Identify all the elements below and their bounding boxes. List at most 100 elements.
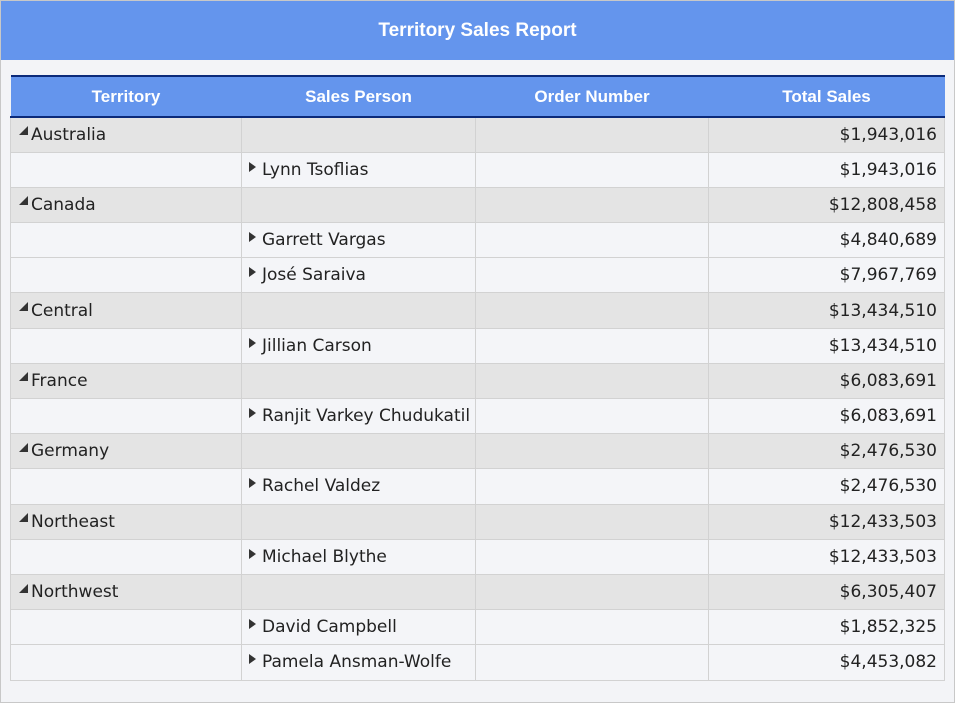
sales-person-label: Rachel Valdez <box>262 476 381 497</box>
detail-row: Rachel Valdez $2,476,530 <box>10 468 945 505</box>
order-number-cell <box>475 503 709 540</box>
sales-person-cell <box>241 186 476 224</box>
sales-person-label: Jillian Carson <box>262 335 372 356</box>
group-row: Northwest $6,305,407 <box>10 573 945 611</box>
order-number-cell <box>475 362 709 400</box>
sales-person-cell <box>241 433 476 470</box>
territory-cell: Central <box>10 292 242 329</box>
territory-label: Germany <box>31 441 110 462</box>
sales-person-cell: Rachel Valdez <box>241 468 476 505</box>
expand-toggle-icon[interactable] <box>249 548 256 559</box>
total-sales-cell: $1,852,325 <box>708 609 945 646</box>
territory-cell <box>10 468 242 505</box>
order-number-cell <box>475 116 709 153</box>
sales-person-cell: Jillian Carson <box>241 327 476 364</box>
sales-person-cell: Ranjit Varkey Chudukatil <box>241 397 476 435</box>
sales-person-cell: Garrett Vargas <box>241 222 476 259</box>
total-sales-cell: $13,434,510 <box>708 292 945 329</box>
total-sales-cell: $12,433,503 <box>708 538 945 575</box>
sales-person-cell <box>241 116 476 153</box>
sales-person-cell: Lynn Tsoflias <box>241 151 476 188</box>
total-sales-cell: $6,083,691 <box>708 362 945 400</box>
total-sales-cell: $7,967,769 <box>708 257 945 294</box>
order-number-cell <box>475 609 709 646</box>
detail-row: Garrett Vargas $4,840,689 <box>10 222 945 259</box>
column-header-order-number[interactable]: Order Number <box>475 75 709 118</box>
territory-cell: France <box>10 362 242 400</box>
territory-cell: Northwest <box>10 573 242 611</box>
total-sales-cell: $1,943,016 <box>708 116 945 153</box>
total-sales-cell: $12,808,458 <box>708 186 945 224</box>
collapse-toggle-icon[interactable] <box>19 513 28 523</box>
total-sales-cell: $2,476,530 <box>708 468 945 505</box>
order-number-cell <box>475 468 709 505</box>
expand-toggle-icon[interactable] <box>249 619 256 630</box>
group-row: Australia $1,943,016 <box>10 116 945 153</box>
sales-person-cell: Michael Blythe <box>241 538 476 575</box>
order-number-cell <box>475 292 709 329</box>
collapse-toggle-icon[interactable] <box>19 302 28 312</box>
collapse-toggle-icon[interactable] <box>19 126 28 136</box>
column-header-total-sales[interactable]: Total Sales <box>708 75 945 118</box>
header-row: Territory Sales Person Order Number Tota… <box>10 75 945 118</box>
order-number-cell <box>475 433 709 470</box>
order-number-cell <box>475 573 709 611</box>
expand-toggle-icon[interactable] <box>249 408 256 419</box>
territory-cell <box>10 538 242 575</box>
table-body: Australia $1,943,016 Lynn Tsoflias $1,943,0… <box>10 116 945 681</box>
sales-person-cell <box>241 573 476 611</box>
territory-label: France <box>31 370 88 391</box>
total-sales-cell: $6,305,407 <box>708 573 945 611</box>
order-number-cell <box>475 538 709 575</box>
territory-label: Central <box>31 300 93 321</box>
order-number-cell <box>475 397 709 435</box>
column-header-territory[interactable]: Territory <box>10 75 242 118</box>
order-number-cell <box>475 151 709 188</box>
sales-person-label: David Campbell <box>262 617 397 638</box>
sales-person-cell <box>241 362 476 400</box>
collapse-toggle-icon[interactable] <box>19 372 28 382</box>
territory-label: Northeast <box>31 511 115 532</box>
expand-toggle-icon[interactable] <box>249 267 256 278</box>
group-row: Germany $2,476,530 <box>10 433 945 470</box>
detail-row: Ranjit Varkey Chudukatil $6,083,691 <box>10 397 945 435</box>
sales-person-cell <box>241 292 476 329</box>
sales-grid: Territory Sales Person Order Number Tota… <box>10 75 945 681</box>
territory-label: Northwest <box>31 582 119 603</box>
collapse-toggle-icon[interactable] <box>19 196 28 206</box>
sales-person-label: Garrett Vargas <box>262 230 386 251</box>
detail-row: Lynn Tsoflias $1,943,016 <box>10 151 945 188</box>
group-row: Central $13,434,510 <box>10 292 945 329</box>
territory-cell <box>10 644 242 681</box>
territory-cell: Australia <box>10 116 242 153</box>
sales-table: Territory Sales Person Order Number Tota… <box>10 75 945 681</box>
territory-cell: Germany <box>10 433 242 470</box>
total-sales-cell: $12,433,503 <box>708 503 945 540</box>
territory-cell: Canada <box>10 186 242 224</box>
collapse-toggle-icon[interactable] <box>19 442 28 452</box>
collapse-toggle-icon[interactable] <box>19 583 28 593</box>
detail-row: Michael Blythe $12,433,503 <box>10 538 945 575</box>
column-header-sales-person[interactable]: Sales Person <box>241 75 476 118</box>
expand-toggle-icon[interactable] <box>249 232 256 243</box>
territory-label: Canada <box>31 194 96 215</box>
expand-toggle-icon[interactable] <box>249 478 256 489</box>
order-number-cell <box>475 186 709 224</box>
total-sales-cell: $4,453,082 <box>708 644 945 681</box>
territory-cell <box>10 151 242 188</box>
territory-cell <box>10 327 242 364</box>
report-container: Territory Sales Report Territory Sales P… <box>0 0 955 703</box>
territory-cell <box>10 397 242 435</box>
detail-row: Jillian Carson $13,434,510 <box>10 327 945 364</box>
total-sales-cell: $6,083,691 <box>708 397 945 435</box>
expand-toggle-icon[interactable] <box>249 337 256 348</box>
total-sales-cell: $2,476,530 <box>708 433 945 470</box>
sales-person-label: Pamela Ansman-Wolfe <box>262 652 452 673</box>
sales-person-label: José Saraiva <box>262 265 366 286</box>
detail-row: David Campbell $1,852,325 <box>10 609 945 646</box>
group-row: Northeast $12,433,503 <box>10 503 945 540</box>
expand-toggle-icon[interactable] <box>249 654 256 665</box>
total-sales-cell: $4,840,689 <box>708 222 945 259</box>
expand-toggle-icon[interactable] <box>249 161 256 172</box>
order-number-cell <box>475 327 709 364</box>
